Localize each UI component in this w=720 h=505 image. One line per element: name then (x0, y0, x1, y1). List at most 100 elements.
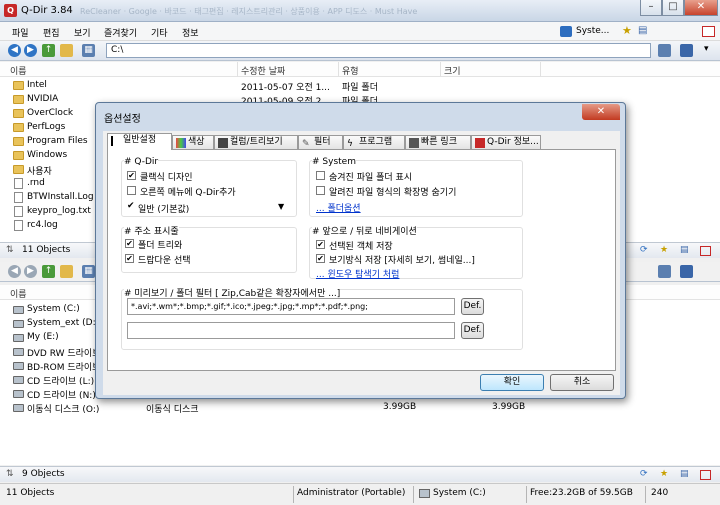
top-pane-count: 11 Objects (22, 245, 71, 255)
view-mode-icon[interactable]: ▦ (82, 44, 95, 57)
pane-close-icon[interactable] (700, 246, 711, 256)
hidden-folders-checkbox[interactable] (316, 171, 325, 180)
tab-columns[interactable]: 컬럼/트리보기 (214, 135, 298, 150)
fav-icon[interactable]: ★ (660, 245, 668, 255)
tab-about[interactable]: Q-Dir 정보... (471, 135, 541, 150)
item-name: keypro_log.txt (27, 206, 91, 216)
up-folder-icon[interactable]: ↑ (42, 44, 55, 57)
system-label: Syste... (576, 26, 610, 36)
right-menu-checkbox[interactable] (127, 186, 136, 195)
qdir-icon (475, 138, 485, 148)
item-name: CD 드라이브 (L:) (27, 377, 95, 387)
up-folder-icon[interactable]: ↑ (42, 265, 55, 278)
dialog-close-icon[interactable]: ✕ (582, 104, 620, 120)
collapse-icon[interactable]: ⇅ (6, 469, 14, 479)
col-name[interactable]: 이름 (10, 287, 27, 300)
item-name: System_ext (D:) (27, 318, 100, 328)
item-name: 이동식 디스크 (O:) (27, 405, 100, 415)
def-button-2[interactable]: Def. (461, 322, 484, 339)
address-bar[interactable]: C:\ (106, 43, 651, 58)
tab-quicklinks[interactable]: 빠른 링크 (405, 135, 471, 150)
list-icon[interactable]: ▤ (680, 245, 689, 255)
menu-favorites[interactable]: 즐겨찾기 (104, 26, 137, 39)
refresh-icon[interactable]: ⟳ (640, 469, 648, 479)
window-title: Q-Dir 3.84 (21, 5, 73, 16)
tab-programs[interactable]: ϟ 프로그램 (343, 135, 405, 150)
computer-icon (560, 26, 572, 37)
col-size[interactable]: 크기 (444, 64, 461, 77)
menu-view[interactable]: 보기 (74, 26, 91, 39)
col-date[interactable]: 수정한 날짜 (241, 64, 285, 77)
col-name[interactable]: 이름 (10, 64, 27, 77)
filter-input-2[interactable] (127, 322, 455, 339)
maximize-icon[interactable]: □ (662, 0, 684, 16)
favorite-star-icon[interactable]: ★ (622, 24, 632, 37)
chevron-down-icon[interactable]: ▼ (278, 202, 284, 211)
item-name: rc4.log (27, 220, 58, 230)
layout-icon[interactable] (658, 44, 671, 57)
ok-button[interactable]: 확인 (480, 374, 544, 391)
folder-icon[interactable] (60, 44, 73, 57)
drive-icon (13, 320, 24, 328)
close-icon[interactable]: ✕ (684, 0, 718, 16)
fav-icon[interactable]: ★ (660, 469, 668, 479)
drive-icon (419, 489, 430, 498)
forward-icon[interactable]: ▶ (24, 265, 37, 278)
menu-info[interactable]: 정보 (182, 26, 199, 39)
dropdown-checkbox[interactable]: ✔ (125, 254, 134, 263)
quick-close-icon[interactable] (702, 26, 715, 37)
preset-select[interactable]: 일반 (기본값) (138, 202, 189, 215)
file-icon (14, 178, 23, 189)
cancel-button[interactable]: 취소 (550, 374, 614, 391)
folder-options-link[interactable]: ... 폴더옵션 (316, 201, 361, 214)
list-icon[interactable]: ▤ (680, 469, 689, 479)
group-header: # Q-Dir (124, 157, 159, 167)
pane-close-icon[interactable] (700, 470, 711, 480)
classic-design-checkbox[interactable]: ✔ (127, 171, 136, 180)
item-name: PerfLogs (27, 122, 66, 132)
save-selection-checkbox[interactable]: ✔ (316, 240, 325, 249)
forward-icon[interactable]: ▶ (24, 44, 37, 57)
menu-etc[interactable]: 기타 (151, 26, 168, 39)
folder-tree-checkbox[interactable]: ✔ (125, 239, 134, 248)
dvd-icon (13, 348, 24, 356)
checkbox-label: 폴더 트리와 (138, 241, 183, 251)
item-name: Intel (27, 80, 47, 90)
back-icon[interactable]: ◀ (8, 265, 21, 278)
filter-input-1[interactable]: *.avi;*.wm*;*.bmp;*.gif;*.ico;*.jpeg;*.j… (127, 298, 455, 315)
cd-icon (13, 390, 24, 398)
folder-icon[interactable] (60, 265, 73, 278)
link-icon (409, 138, 419, 148)
chevron-down-icon[interactable]: ▾ (704, 44, 709, 54)
view-mode-icon[interactable]: ▦ (82, 265, 95, 278)
item-name: BTWInstall.Log (27, 192, 94, 202)
usb-drive-icon (13, 404, 24, 412)
minimize-icon[interactable]: – (640, 0, 662, 16)
collapse-icon[interactable]: ⇅ (6, 245, 14, 255)
tab-filter[interactable]: ✎ 필터 (298, 135, 343, 150)
system-shortcut[interactable]: Syste... ★ ▤ (560, 24, 660, 40)
refresh-icon[interactable]: ⟳ (640, 245, 648, 255)
pane-icon[interactable] (680, 44, 693, 57)
explorer-like-link[interactable]: ... 윈도우 탐색기 처럼 (316, 267, 399, 280)
title-bar: Q Q-Dir 3.84 ReCleaner · Google · 바코드 · … (0, 0, 720, 22)
layout-toggle-icon[interactable]: ▤ (638, 25, 647, 36)
pane-icon[interactable] (680, 265, 693, 278)
folder-icon (13, 123, 24, 132)
item-date: 2011-05-07 오전 1... (241, 83, 330, 93)
checkbox-label: 드랍다운 선택 (138, 256, 191, 266)
col-type[interactable]: 유형 (342, 64, 359, 77)
drive-item[interactable]: 이동식 디스크 (O:) 이동식 디스크 3.99GB 3.99GB (0, 401, 720, 415)
list-item[interactable]: Intel 2011-05-07 오전 1... 파일 폴더 (0, 79, 720, 93)
checkbox-label: 보기방식 저장 [자세히 보기, 썸네일...] (329, 256, 475, 266)
menu-file[interactable]: 파일 (12, 26, 29, 39)
tab-general[interactable]: 일반설정 (107, 133, 172, 150)
back-icon[interactable]: ◀ (8, 44, 21, 57)
hide-extensions-checkbox[interactable] (316, 186, 325, 195)
save-view-checkbox[interactable]: ✔ (316, 254, 325, 263)
layout-icon[interactable] (658, 265, 671, 278)
menu-edit[interactable]: 편집 (43, 26, 60, 39)
status-bar: 11 Objects Administrator (Portable) Syst… (0, 483, 720, 505)
tab-color[interactable]: 색상 (172, 135, 214, 150)
def-button-1[interactable]: Def. (461, 298, 484, 315)
